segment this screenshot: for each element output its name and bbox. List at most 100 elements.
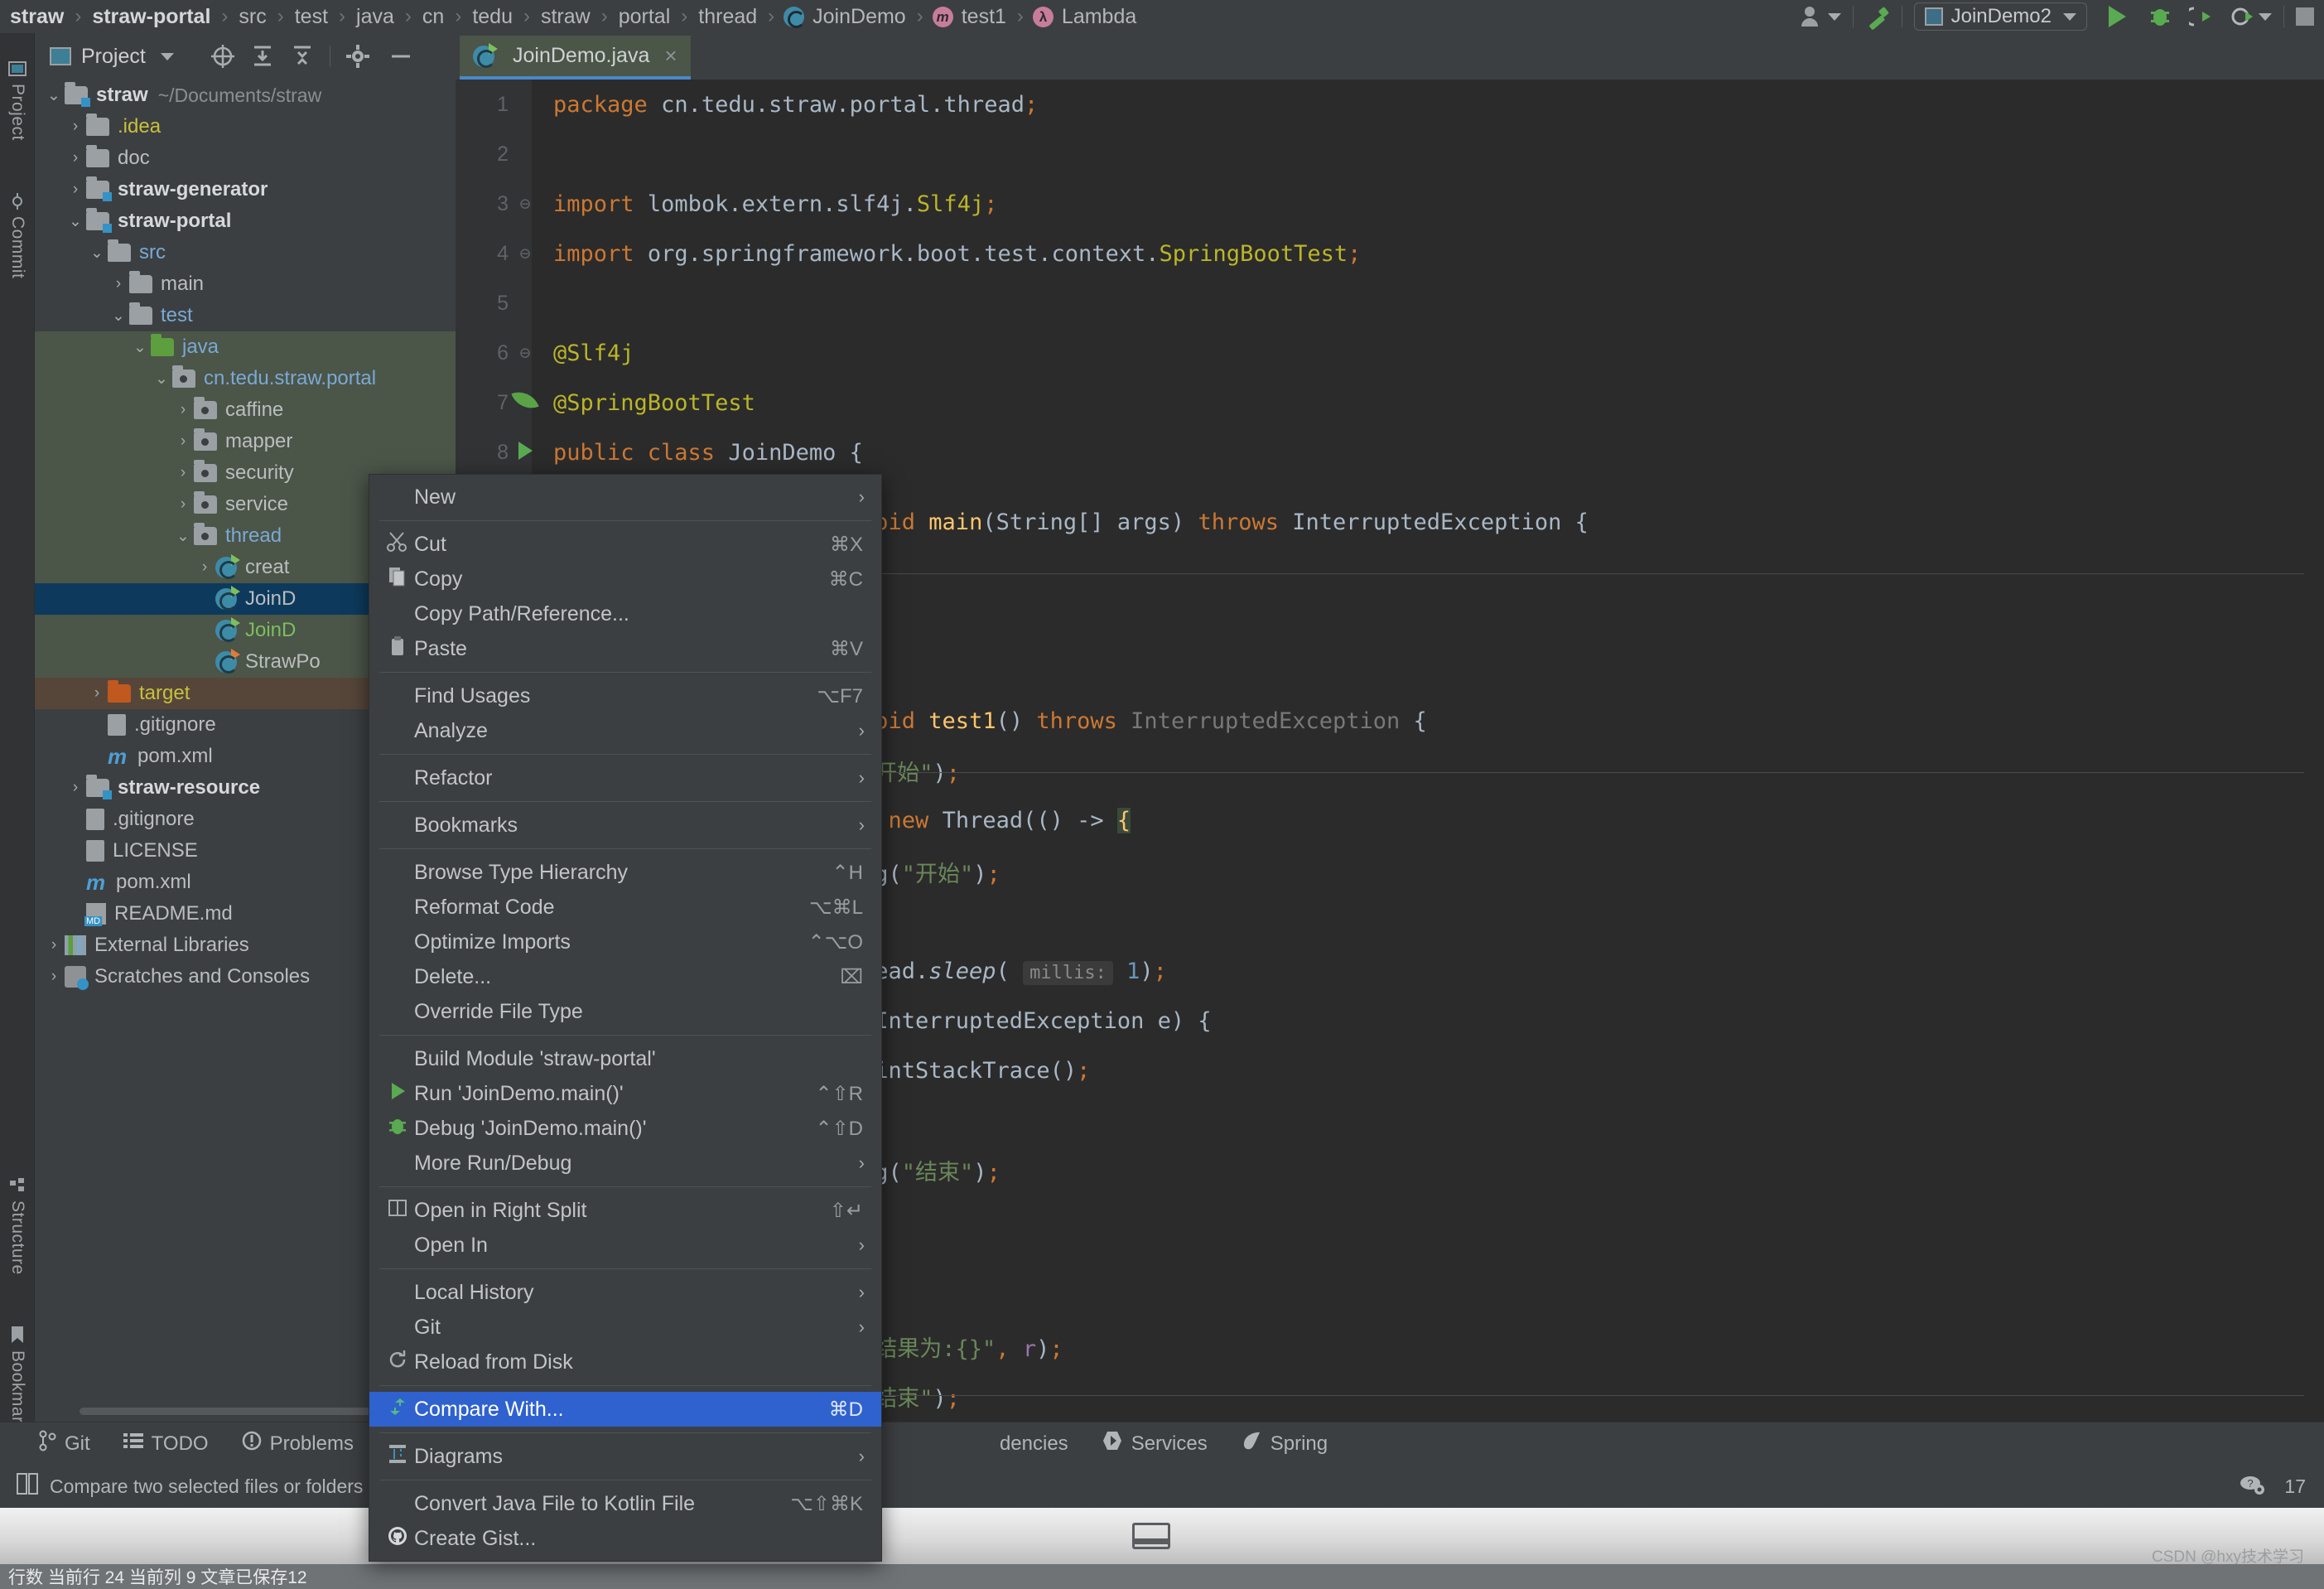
chevron-right-icon[interactable]: › [65, 181, 86, 199]
rail-commit-tab[interactable]: Commit [0, 174, 35, 298]
chevron-right-icon[interactable]: › [65, 118, 86, 136]
tree-node-straw-portal[interactable]: ⌄ straw-portal [35, 205, 456, 237]
chevron-right-icon[interactable]: › [43, 968, 65, 986]
code-line[interactable]: 7 @SpringBootTest [456, 378, 2324, 427]
chevron-down-icon[interactable]: ⌄ [43, 86, 65, 105]
breadcrumb-item-test1[interactable]: m test1 [932, 5, 1008, 29]
chevron-down-icon[interactable]: ⌄ [129, 338, 151, 357]
breadcrumb-item-cn[interactable]: cn [421, 5, 446, 29]
breadcrumb-item-straw[interactable]: straw [8, 5, 65, 29]
chevron-right-icon[interactable]: › [194, 558, 215, 577]
code-line[interactable]: 3 ⊖ import lombok.extern.slf4j.Slf4j; [456, 179, 2324, 229]
bottom-item-git[interactable]: Git [38, 1430, 90, 1457]
tree-node-main[interactable]: › main [35, 268, 456, 300]
bottom-item-todo[interactable]: TODO [123, 1432, 209, 1456]
chevron-down-icon[interactable]: ⌄ [86, 244, 108, 263]
menu-item-refactor[interactable]: Refactor › [369, 761, 881, 795]
tree-node-straw-generator[interactable]: › straw-generator [35, 174, 456, 205]
code-line[interactable]: "开始"); [861, 746, 2319, 795]
tree-node-mapper[interactable]: › mapper [35, 426, 456, 457]
chevron-down-icon[interactable]: ⌄ [108, 307, 129, 326]
code-line[interactable]: (InterruptedException e) { [861, 996, 2319, 1046]
code-line[interactable]: = new Thread(() -> { [861, 795, 2319, 845]
tree-node-test[interactable]: ⌄ test [35, 300, 456, 331]
hide-panel-icon[interactable] [385, 41, 417, 72]
tree-node-.idea[interactable]: › .idea [35, 111, 456, 142]
menu-item-more-run-debug[interactable]: More Run/Debug › [369, 1146, 881, 1181]
code-line[interactable]: ug("结束"); [861, 1145, 2319, 1195]
breadcrumb-item-straw-portal[interactable]: straw-portal [90, 5, 212, 29]
bottom-item-dependencies[interactable]: dencies [1000, 1432, 1068, 1456]
menu-item-run-joindemo-main[interactable]: Run 'JoinDemo.main()' ⌃⇧R [369, 1076, 881, 1111]
chevron-down-icon[interactable]: ⌄ [172, 527, 194, 546]
run-configuration-selector[interactable]: JoinDemo2 [1913, 2, 2087, 31]
menu-item-git[interactable]: Git › [369, 1310, 881, 1345]
menu-item-local-history[interactable]: Local History › [369, 1275, 881, 1310]
code-line[interactable]: read.sleep( millis: 1); [861, 946, 2319, 996]
code-line[interactable]: 8 public class JoinDemo { [456, 427, 2324, 477]
run-icon[interactable] [2109, 6, 2126, 27]
menu-item-cut[interactable]: Cut ⌘X [369, 527, 881, 562]
menu-item-delete[interactable]: Delete... ⌧ [369, 959, 881, 994]
breadcrumb-item-java[interactable]: java [354, 5, 396, 29]
chevron-right-icon[interactable]: › [172, 401, 194, 419]
menu-item-reformat-code[interactable]: Reformat Code ⌥⌘L [369, 890, 881, 925]
bottom-item-services[interactable]: Services [1102, 1430, 1208, 1457]
help-cloud-icon[interactable]: ? [2238, 1472, 2266, 1500]
collapse-all-icon[interactable] [287, 41, 318, 72]
menu-item-create-gist[interactable]: Create Gist... [369, 1521, 881, 1556]
breadcrumb-item-lambda[interactable]: λ Lambda [1032, 5, 1138, 29]
breadcrumb-item-src[interactable]: src [237, 5, 268, 29]
code-line[interactable]: "结果为:{}", r); [861, 1321, 2319, 1371]
build-hammer-icon[interactable] [1865, 5, 1890, 30]
breadcrumb-item-joindemo[interactable]: JoinDemo [784, 5, 908, 29]
menu-item-compare-with[interactable]: Compare With... ⌘D [369, 1392, 881, 1427]
menu-item-override-file-type[interactable]: Override File Type [369, 994, 881, 1029]
code-line[interactable]: 5 [456, 278, 2324, 328]
tree-node-caffine[interactable]: › caffine [35, 394, 456, 426]
profiler-icon[interactable] [2230, 5, 2255, 28]
menu-item-convert-java-file-to-kotlin-file[interactable]: Convert Java File to Kotlin File ⌥⇧⌘K [369, 1486, 881, 1521]
menu-item-paste[interactable]: Paste ⌘V [369, 631, 881, 666]
code-line[interactable]: 6 ⊖ @Slf4j [456, 328, 2324, 378]
settings-gear-icon[interactable] [342, 41, 374, 72]
chevron-down-icon[interactable] [160, 52, 174, 60]
menu-item-copy-path-reference[interactable]: Copy Path/Reference... [369, 596, 881, 631]
menu-item-open-in[interactable]: Open In › [369, 1228, 881, 1263]
code-line[interactable]: 1 package cn.tedu.straw.portal.thread; [456, 80, 2324, 129]
chevron-down-icon[interactable] [1827, 12, 1841, 21]
code-line[interactable]: rintStackTrace(); [861, 1046, 2319, 1095]
breadcrumb-item-test[interactable]: test [293, 5, 330, 29]
chevron-right-icon[interactable]: › [65, 149, 86, 167]
menu-item-reload-from-disk[interactable]: Reload from Disk [369, 1345, 881, 1379]
breadcrumb-item-straw[interactable]: straw [539, 5, 592, 29]
chevron-right-icon[interactable]: › [43, 936, 65, 954]
breadcrumb-item-thread[interactable]: thread [697, 5, 759, 29]
chevron-down-icon[interactable]: ⌄ [65, 212, 86, 231]
tree-node-java[interactable]: ⌄ java [35, 331, 456, 363]
chevron-right-icon[interactable]: › [172, 464, 194, 482]
user-avatar-icon[interactable] [1800, 5, 1825, 28]
rail-project-tab[interactable]: Project [0, 38, 35, 162]
select-opened-file-icon[interactable] [207, 41, 239, 72]
chevron-down-icon[interactable]: ⌄ [151, 369, 172, 389]
code-line[interactable]: void test1() throws InterruptedException… [861, 696, 2319, 746]
breadcrumb-item-tedu[interactable]: tedu [470, 5, 514, 29]
run-with-coverage-icon[interactable] [2184, 5, 2214, 28]
expand-all-icon[interactable] [247, 41, 278, 72]
menu-item-optimize-imports[interactable]: Optimize Imports ⌃⌥O [369, 925, 881, 959]
bottom-item-problems[interactable]: Problems [242, 1431, 354, 1456]
run-gutter-icon[interactable] [509, 440, 542, 466]
chevron-right-icon[interactable]: › [86, 684, 108, 703]
menu-item-bookmarks[interactable]: Bookmarks › [369, 808, 881, 843]
menu-item-browse-type-hierarchy[interactable]: Browse Type Hierarchy ⌃H [369, 855, 881, 890]
tree-node-doc[interactable]: › doc [35, 142, 456, 174]
tree-node-cn.tedu.straw.portal[interactable]: ⌄ cn.tedu.straw.portal [35, 363, 456, 394]
code-line[interactable]: ug("开始"); [861, 847, 2319, 896]
rail-structure-tab[interactable]: Structure [0, 1156, 35, 1297]
menu-item-find-usages[interactable]: Find Usages ⌥F7 [369, 679, 881, 713]
menu-item-analyze[interactable]: Analyze › [369, 713, 881, 748]
debug-icon[interactable] [2148, 5, 2172, 28]
menu-item-build-module-straw-portal[interactable]: Build Module 'straw-portal' [369, 1041, 881, 1076]
chevron-right-icon[interactable]: › [65, 779, 86, 797]
